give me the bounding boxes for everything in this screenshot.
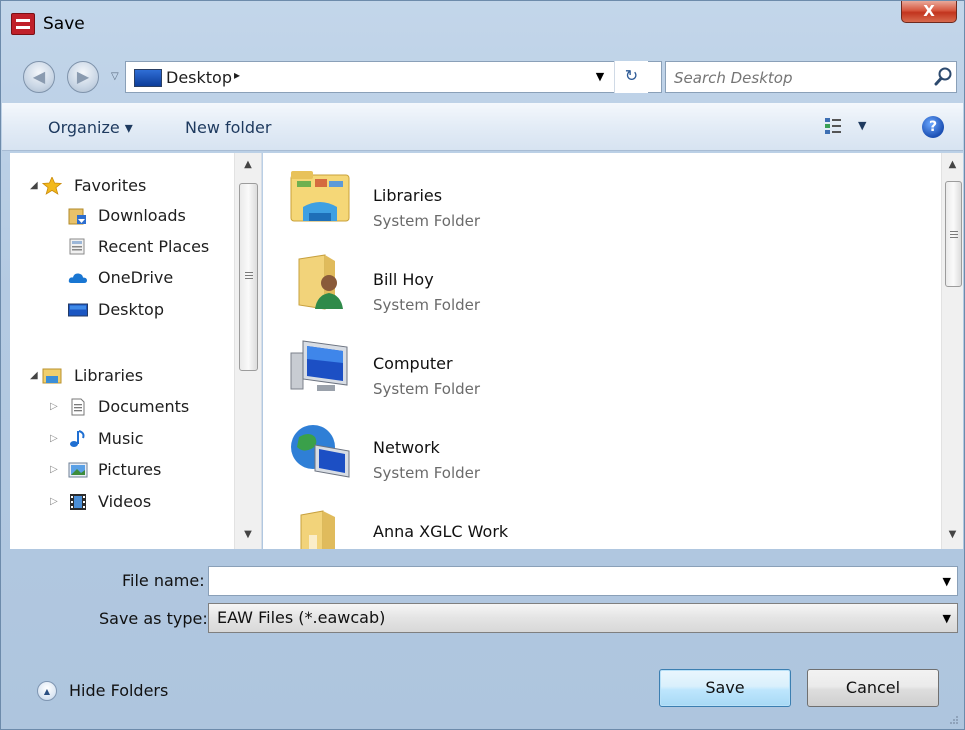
documents-icon [71, 398, 85, 416]
save-as-type-label: Save as type: [99, 609, 208, 628]
network-icon [291, 425, 350, 478]
libraries-folder-icon [290, 171, 350, 222]
save-button[interactable]: Save [659, 669, 791, 707]
navigation-scroll-thumb[interactable] [239, 183, 258, 371]
folder-icon [300, 510, 335, 549]
file-name: Network [373, 438, 440, 457]
expanded-arrow-icon[interactable]: ◢ [30, 173, 38, 199]
file-name-dropdown-icon[interactable]: ▼ [943, 567, 951, 597]
change-view-button[interactable]: ▼ [824, 117, 874, 139]
collapsed-arrow-icon[interactable]: ▷ [50, 394, 58, 420]
collapse-up-icon: ▲ [37, 681, 57, 701]
file-item-network[interactable]: Network System Folder [263, 413, 933, 497]
libraries-icon [42, 368, 62, 384]
save-as-type-value: EAW Files (*.eawcab) [217, 608, 386, 627]
onedrive-icon [68, 273, 87, 283]
file-type: System Folder [373, 212, 481, 230]
address-history-dropdown-icon[interactable]: ▼ [586, 61, 614, 93]
view-dropdown-icon[interactable]: ▼ [858, 119, 866, 132]
search-input[interactable] [674, 67, 914, 89]
desktop-icon [68, 303, 88, 317]
pictures-icon [68, 462, 88, 478]
refresh-button[interactable]: ↻ [614, 61, 648, 93]
downloads-icon [68, 208, 86, 225]
help-button[interactable]: ? [922, 116, 944, 138]
tree-label-videos: Videos [98, 492, 152, 511]
command-toolbar: Organize ▾ New folder ▼ ? [2, 103, 963, 151]
address-location[interactable]: Desktop [166, 68, 232, 87]
file-item-bill-hoy[interactable]: Bill Hoy System Folder [263, 245, 933, 329]
address-separator-icon[interactable]: ▸ [234, 68, 240, 82]
file-list-scrollbar[interactable]: ▲ ▼ [941, 153, 963, 549]
tree-label-music: Music [98, 429, 144, 448]
file-item-anna-xglc-work[interactable]: Anna XGLC Work [263, 497, 933, 549]
tree-label-pictures: Pictures [98, 460, 162, 479]
file-name-label: File name: [122, 571, 205, 590]
scroll-down-icon[interactable]: ▼ [235, 525, 261, 545]
title-bar[interactable]: Save X [1, 1, 964, 57]
address-bar[interactable]: Desktop ▸ [125, 61, 662, 93]
resize-grip-icon[interactable] [945, 713, 959, 727]
search-box[interactable] [665, 61, 957, 93]
file-type: System Folder [373, 380, 481, 398]
recent-places-icon [69, 238, 85, 255]
tree-label-desktop: Desktop [98, 300, 164, 319]
tree-label-favorites: Favorites [74, 176, 147, 195]
save-as-type-select[interactable]: EAW Files (*.eawcab) ▼ [208, 603, 958, 633]
recent-locations-dropdown-icon[interactable]: ▽ [111, 71, 119, 82]
file-list[interactable]: Libraries System Folder Bill Hoy System … [263, 153, 941, 549]
tree-label-documents: Documents [98, 397, 190, 416]
videos-icon [70, 494, 86, 510]
collapsed-arrow-icon[interactable]: ▷ [50, 426, 58, 452]
new-folder-button[interactable]: New folder [185, 118, 271, 137]
cancel-button[interactable]: Cancel [807, 669, 939, 707]
file-item-libraries[interactable]: Libraries System Folder [263, 161, 933, 245]
tree-label-libraries: Libraries [74, 366, 144, 385]
tree-label-onedrive: OneDrive [98, 268, 174, 287]
search-icon[interactable] [934, 66, 954, 88]
file-type: System Folder [373, 464, 481, 482]
file-name: Anna XGLC Work [373, 522, 509, 541]
hide-folders-label: Hide Folders [69, 681, 169, 700]
view-options-icon [825, 118, 841, 134]
scroll-down-icon[interactable]: ▼ [942, 525, 963, 545]
navigation-pane[interactable]: ◢ Favorites Downloads Recent Places OneD… [10, 153, 262, 549]
navigation-scrollbar[interactable]: ▲ ▼ [234, 153, 261, 549]
back-button[interactable]: ◀ [23, 61, 55, 93]
close-button[interactable]: X [901, 1, 957, 23]
favorites-star-icon [42, 177, 62, 195]
music-icon [70, 430, 85, 447]
computer-icon [290, 340, 348, 391]
expanded-arrow-icon[interactable]: ◢ [30, 363, 38, 389]
file-name: Libraries [373, 186, 443, 205]
user-folder-icon [298, 254, 343, 310]
file-list-scroll-thumb[interactable] [945, 181, 962, 287]
tree-label-recent-places: Recent Places [98, 237, 210, 256]
save-as-type-dropdown-icon[interactable]: ▼ [943, 604, 951, 634]
forward-button[interactable]: ▶ [67, 61, 99, 93]
save-dialog: Save X ◀ ▶ ▽ Desktop ▸ ▼ ↻ Organize ▾ Ne… [0, 0, 965, 730]
file-name-combobox[interactable]: ▼ [208, 566, 958, 596]
app-icon [11, 13, 35, 35]
collapsed-arrow-icon[interactable]: ▷ [50, 457, 58, 483]
file-name: Computer [373, 354, 453, 373]
file-name: Bill Hoy [373, 270, 434, 289]
organize-button[interactable]: Organize ▾ [48, 118, 133, 137]
tree-label-downloads: Downloads [98, 206, 186, 225]
scroll-up-icon[interactable]: ▲ [235, 155, 261, 175]
file-name-input[interactable] [213, 570, 923, 592]
file-item-computer[interactable]: Computer System Folder [263, 329, 933, 413]
scroll-up-icon[interactable]: ▲ [942, 155, 963, 175]
window-title: Save [43, 14, 85, 34]
file-type: System Folder [373, 296, 481, 314]
desktop-location-icon [134, 69, 162, 87]
collapsed-arrow-icon[interactable]: ▷ [50, 489, 58, 515]
